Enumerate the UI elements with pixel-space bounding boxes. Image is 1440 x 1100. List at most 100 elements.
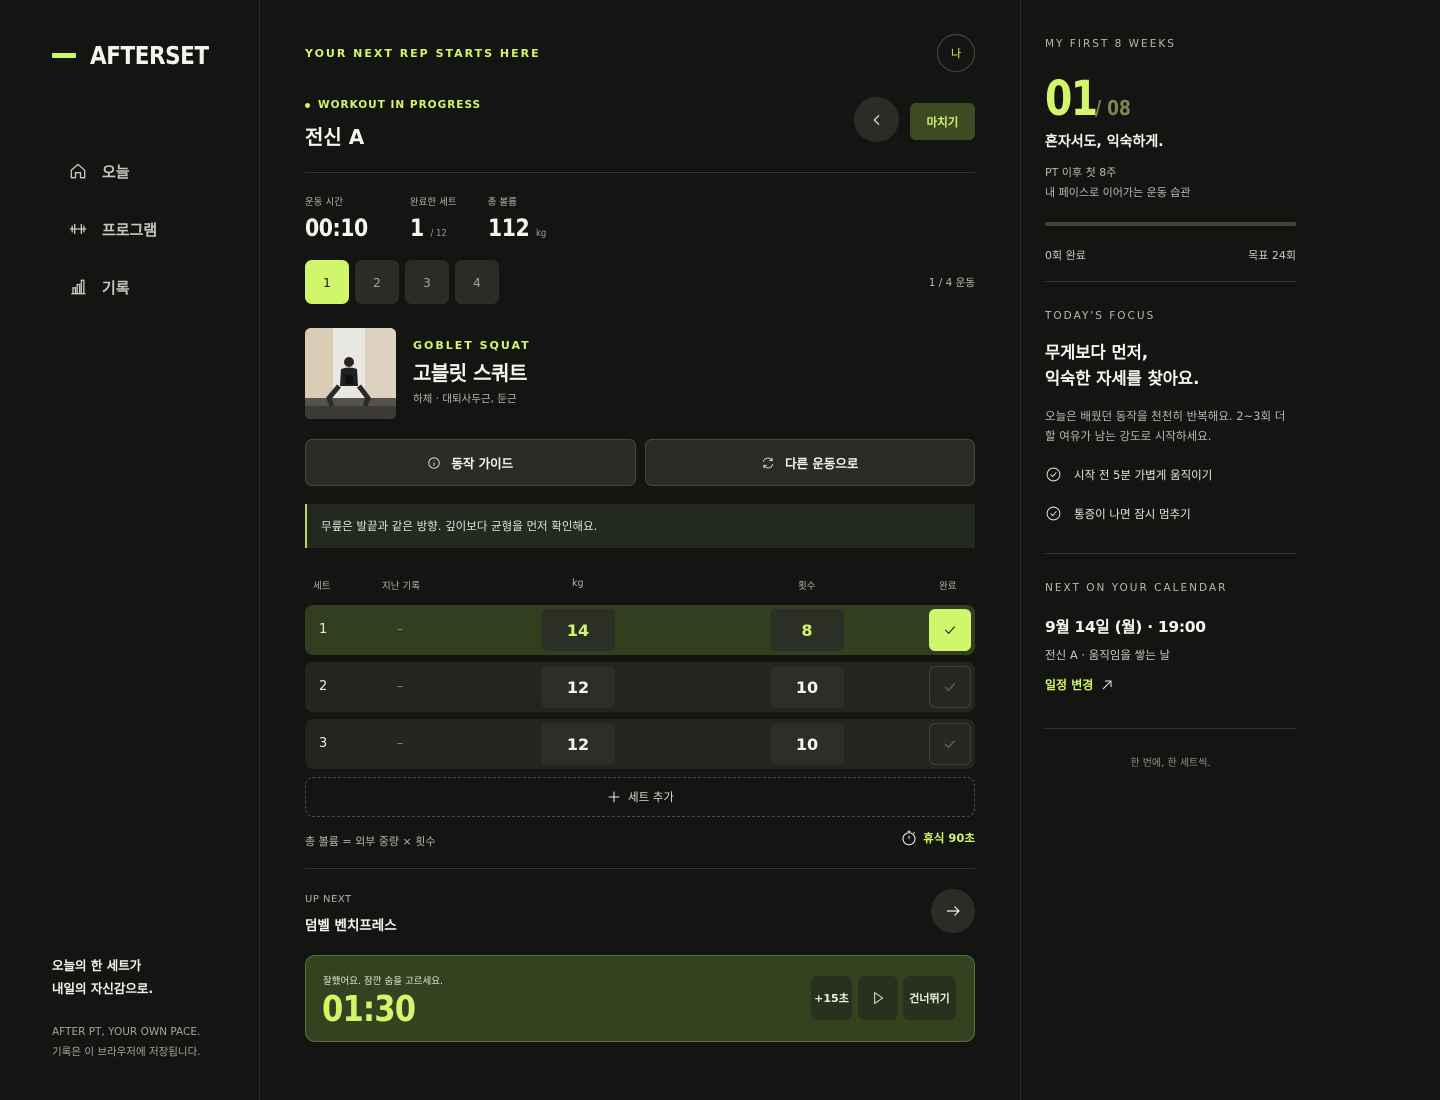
rest-timer: 잘했어요. 잠깐 숨을 고르세요. 01:30 +15초 건너뛰기 [305,955,975,1042]
set-row: 2 – 12 10 [305,662,975,712]
rest-timer-button[interactable]: 휴식 90초 [900,829,975,847]
up-next-exercise: 덤벨 벤치프레스 [305,918,397,934]
footer-note: 한 번에, 한 세트씩. [1130,758,1211,769]
divider [1045,281,1296,282]
set-complete-checkbox[interactable] [929,666,971,708]
app-shell: AFTERSET 오늘 프로그램 기록 오늘의 한 세트가 내일의 자신감으로.… [0,0,1440,1100]
stat-label: 완료한 세트 [409,197,457,208]
sidebar-item-label: 오늘 [102,162,130,181]
next-session-date: 9월 14일 (월) · 19:00 [1045,618,1206,636]
rest-label: 휴식 90초 [923,831,975,845]
next-session-description: 전신 A · 움직임을 쌓는 날 [1045,648,1171,662]
set-row: 1 – 14 8 [305,605,975,655]
play-button[interactable] [858,976,898,1020]
stat-number: 112 [487,214,530,242]
dumbbell-icon [69,224,87,234]
reps-input[interactable]: 10 [770,666,844,708]
workout-title: 전신 A [305,125,365,149]
avatar[interactable]: 나 [937,34,975,72]
divider [1045,728,1296,729]
skip-button[interactable]: 건너뛰기 [903,976,956,1020]
brand-name: AFTERSET [90,40,209,70]
exercise-name: 고블릿 스쿼트 [413,361,527,385]
add-15s-button[interactable]: +15초 [811,976,852,1020]
title-line: 무게보다 먼저, [1045,343,1149,362]
reps-input[interactable]: 8 [770,609,844,651]
col-kg: kg [572,578,584,589]
main-nav: 오늘 프로그램 기록 [68,142,259,316]
stat-volume: 총 볼륨 112 kg [488,194,557,242]
exercise-tab-2[interactable]: 2 [355,260,399,304]
focus-checklist: 시작 전 5분 가볍게 움직이기 통증이 나면 잠시 멈추기 [1045,455,1296,533]
finish-button[interactable]: 마치기 [910,103,975,140]
workout-main: YOUR NEXT REP STARTS HERE 나 WORKOUT IN P… [260,0,1021,1100]
check-circle-icon [1046,467,1061,482]
weight-input[interactable]: 14 [541,609,615,651]
check-icon [944,683,956,692]
exercise-tab-1[interactable]: 1 [305,260,349,304]
subtitle-line: 내 페이스로 이어가는 운동 습관 [1045,186,1191,199]
button-label: 세트 추가 [628,790,674,804]
brand-logo[interactable]: AFTERSET [52,40,259,70]
stat-label: 운동 시간 [305,197,343,208]
week-total: / 08 [1095,96,1131,120]
program-eyebrow: MY FIRST 8 WEEKS [1045,38,1176,50]
checklist-label: 통증이 나면 잠시 멈추기 [1074,506,1191,521]
col-prev: 지난 기록 [382,581,420,592]
stat-value: 00:10 [305,214,368,242]
workout-header: 전신 A 마치기 [305,97,975,173]
next-exercise-button[interactable] [931,889,975,933]
program-progress-bar [1045,222,1296,226]
back-button[interactable] [854,97,899,142]
exercise-tab-4[interactable]: 4 [455,260,499,304]
program-panel-inner: MY FIRST 8 WEEKS 01 / 08 혼자서도, 익숙하게. PT … [1045,38,1296,769]
checklist-item: 시작 전 5분 가볍게 움직이기 [1045,455,1296,494]
check-icon [944,626,956,635]
program-subtitle: PT 이후 첫 8주 내 페이스로 이어가는 운동 습관 [1045,163,1296,203]
program-headline: 혼자서도, 익숙하게. [1045,134,1164,150]
stat-number: 00:10 [305,214,368,242]
exercise-tab-3[interactable]: 3 [405,260,449,304]
week-current: 01 [1045,71,1098,127]
exercise-name-en: GOBLET SQUAT [413,339,531,352]
set-complete-checkbox[interactable] [929,723,971,765]
progress-done: 0회 완료 [1045,249,1086,262]
col-reps: 횟수 [798,581,816,592]
sidebar-item-today[interactable]: 오늘 [68,142,259,200]
weight-input[interactable]: 12 [541,723,615,765]
change-schedule-link[interactable]: 일정 변경 [1045,676,1296,693]
sidebar-item-program[interactable]: 프로그램 [68,200,259,258]
stat-label: 총 볼륨 [487,197,517,208]
sidebar-item-records[interactable]: 기록 [68,258,259,316]
focus-description: 오늘은 배웠던 동작을 천천히 반복해요. 2~3회 더 할 여유가 남는 강도… [1045,409,1286,443]
guide-button[interactable]: 동작 가이드 [305,439,636,486]
col-set: 세트 [313,581,331,592]
refresh-icon [762,457,774,468]
focus-title: 무게보다 먼저, 익숙한 자세를 찾아요. [1045,340,1296,392]
set-number: 2 [319,679,328,694]
reps-input[interactable]: 10 [770,723,844,765]
meta-line: AFTER PT, YOUR OWN PACE. [52,1026,201,1038]
exercise-card: GOBLET SQUAT 고블릿 스쿼트 하체 · 대퇴사두근, 둔근 [305,328,975,419]
set-previous: – [397,736,403,750]
sidebar: AFTERSET 오늘 프로그램 기록 오늘의 한 세트가 내일의 자신감으로.… [0,0,260,1100]
stat-sets: 완료한 세트 1 / 12 [410,194,457,242]
chevron-left-icon [872,114,879,125]
add-set-button[interactable]: 세트 추가 [305,777,975,817]
volume-note: 총 볼륨 = 외부 중량 × 횟수 [305,835,436,848]
form-tip: 무릎은 발끝과 같은 방향. 깊이보다 균형을 먼저 확인해요. [305,504,975,548]
stat-value: 1 / 12 [410,214,450,242]
exercise-tabs: 1 2 3 4 1 / 4 운동 [305,260,975,304]
sidebar-footer: 오늘의 한 세트가 내일의 자신감으로. AFTER PT, YOUR OWN … [52,954,201,1062]
swap-exercise-button[interactable]: 다른 운동으로 [644,439,975,486]
stat-number: 1 [409,214,424,242]
weight-input[interactable]: 12 [541,666,615,708]
link-label: 일정 변경 [1045,678,1094,692]
subtitle-line: PT 이후 첫 8주 [1045,166,1117,179]
checklist-item: 통증이 나면 잠시 멈추기 [1045,494,1296,533]
set-previous: – [397,679,403,693]
col-done: 완료 [939,581,957,592]
set-complete-checkbox[interactable] [929,609,971,651]
exercise-count: 1 / 4 운동 [928,277,975,289]
slogan-line: 내일의 자신감으로. [52,981,154,996]
